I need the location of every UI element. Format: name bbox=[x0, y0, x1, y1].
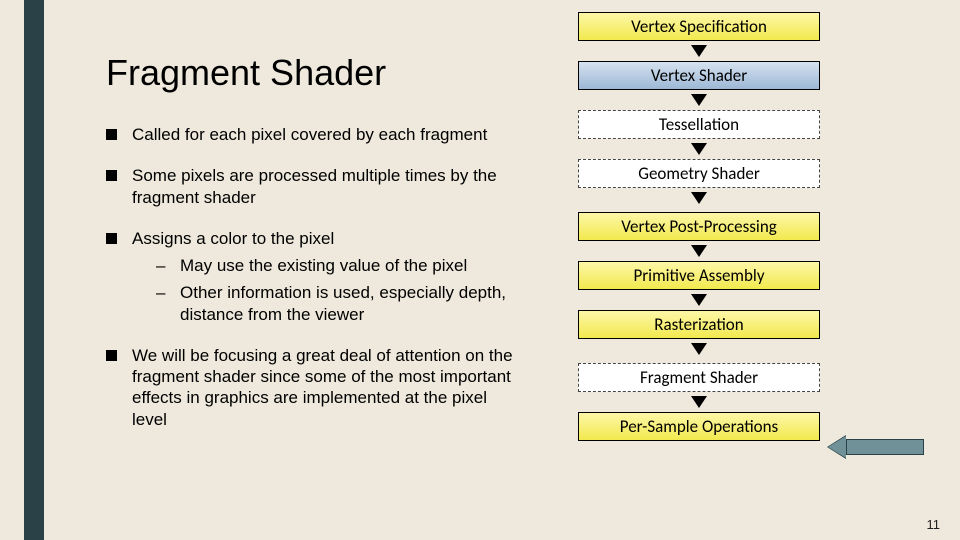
arrow-down-icon bbox=[691, 45, 707, 57]
stage-primitive-assembly: Primitive Assembly bbox=[578, 261, 820, 290]
stage-vertex-post-processing: Vertex Post-Processing bbox=[578, 212, 820, 241]
bullet-item: Assigns a color to the pixel May use the… bbox=[106, 228, 516, 325]
side-accent-bar bbox=[24, 0, 44, 540]
bullet-item: Called for each pixel covered by each fr… bbox=[106, 124, 516, 145]
bullet-list: Called for each pixel covered by each fr… bbox=[106, 124, 516, 430]
pointer-arrow-icon bbox=[828, 436, 924, 458]
bullet-item: Some pixels are processed multiple times… bbox=[106, 165, 516, 208]
slide-content: Fragment Shader Called for each pixel co… bbox=[106, 52, 516, 450]
arrow-down-icon bbox=[691, 294, 707, 306]
sub-bullet-item: Other information is used, especially de… bbox=[132, 282, 516, 325]
arrow-down-icon bbox=[691, 245, 707, 257]
page-number: 11 bbox=[927, 517, 941, 532]
arrow-down-icon bbox=[691, 143, 707, 155]
arrow-down-icon bbox=[691, 343, 707, 355]
stage-tessellation: Tessellation bbox=[578, 110, 820, 139]
arrow-down-icon bbox=[691, 192, 707, 204]
bullet-text: Called for each pixel covered by each fr… bbox=[132, 125, 487, 144]
sub-bullet-list: May use the existing value of the pixel … bbox=[132, 255, 516, 325]
arrow-down-icon bbox=[691, 396, 707, 408]
slide-title: Fragment Shader bbox=[106, 52, 516, 94]
stage-rasterization: Rasterization bbox=[578, 310, 820, 339]
pipeline-diagram: Vertex Specification Vertex Shader Tesse… bbox=[576, 12, 822, 441]
bullet-text: We will be focusing a great deal of atte… bbox=[132, 346, 513, 429]
bullet-text: Some pixels are processed multiple times… bbox=[132, 166, 497, 206]
stage-geometry-shader: Geometry Shader bbox=[578, 159, 820, 188]
stage-fragment-shader: Fragment Shader bbox=[578, 363, 820, 392]
sub-bullet-item: May use the existing value of the pixel bbox=[132, 255, 516, 276]
stage-vertex-shader: Vertex Shader bbox=[578, 61, 820, 90]
arrow-down-icon bbox=[691, 94, 707, 106]
bullet-text: Assigns a color to the pixel bbox=[132, 229, 334, 248]
bullet-item: We will be focusing a great deal of atte… bbox=[106, 345, 516, 430]
stage-vertex-specification: Vertex Specification bbox=[578, 12, 820, 41]
stage-per-sample-operations: Per-Sample Operations bbox=[578, 412, 820, 441]
